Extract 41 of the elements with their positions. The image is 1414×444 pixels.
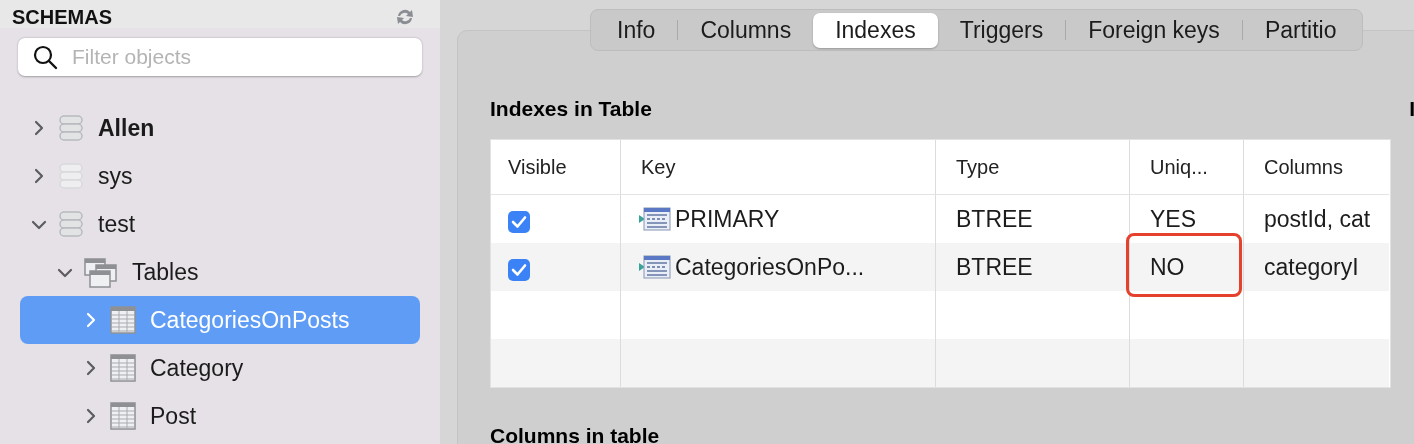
tree-item-label[interactable]: test xyxy=(94,210,136,238)
column-header[interactable]: Visible xyxy=(508,155,567,179)
tree-item-label[interactable]: Post xyxy=(146,402,197,430)
column-header[interactable]: Key xyxy=(641,155,676,179)
checked-checkbox[interactable] xyxy=(508,259,530,281)
column-header[interactable]: Type xyxy=(956,155,1000,179)
tab[interactable]: Indexes xyxy=(813,12,938,48)
tab[interactable]: Partitio xyxy=(1242,12,1359,48)
table-cell: postId, cat xyxy=(1264,205,1371,233)
section-title: I xyxy=(1409,97,1414,121)
tree-item-label[interactable]: Category xyxy=(146,354,244,382)
section-title: Indexes in Table xyxy=(490,97,652,121)
table-cell: PRIMARY xyxy=(675,205,780,233)
tab[interactable]: Triggers xyxy=(937,12,1066,48)
table-cell: categoryI xyxy=(1264,253,1359,281)
table-cell: BTREE xyxy=(956,205,1033,233)
column-header[interactable]: Uniq... xyxy=(1150,155,1208,179)
table-cell: CategoriesOnPo... xyxy=(675,253,865,281)
table-cell: BTREE xyxy=(956,253,1033,281)
tables-icon xyxy=(84,256,118,288)
tree-item-label[interactable]: Allen xyxy=(94,114,155,142)
index-icon xyxy=(639,205,671,233)
table-icon xyxy=(110,306,136,334)
table-cell: NO xyxy=(1150,253,1185,281)
table-icon xyxy=(110,354,136,382)
search-bar[interactable]: Filter objects xyxy=(18,38,422,76)
refresh-icon[interactable] xyxy=(394,7,416,27)
tab[interactable]: Columns xyxy=(678,12,814,48)
column-header[interactable]: Columns xyxy=(1264,155,1343,179)
section-title: Columns in table xyxy=(490,424,661,444)
tab[interactable]: Info xyxy=(595,12,678,48)
tab[interactable]: Foreign keys xyxy=(1066,12,1242,48)
table-icon xyxy=(110,402,136,430)
sidebar-title: SCHEMAS xyxy=(12,5,112,29)
table-cell: YES xyxy=(1150,205,1197,233)
tree-item-label[interactable]: Tables xyxy=(128,258,199,286)
index-icon xyxy=(639,253,671,281)
search-input[interactable]: Filter objects xyxy=(70,44,408,70)
search-icon xyxy=(32,44,58,70)
tree-item-label[interactable]: sys xyxy=(94,162,133,190)
checked-checkbox[interactable] xyxy=(508,211,530,233)
